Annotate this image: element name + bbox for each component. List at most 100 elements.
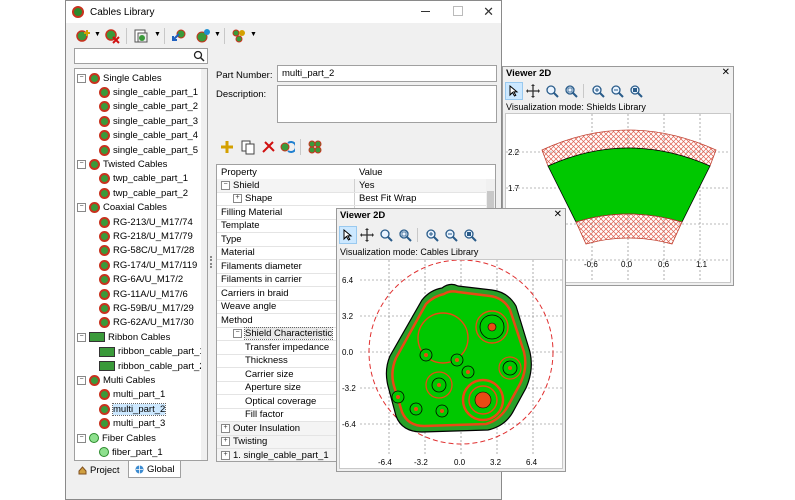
toolbar: ▼ ▼ ▼ ▼: [70, 25, 490, 47]
search-icon[interactable]: [193, 50, 205, 65]
import-icon[interactable]: [132, 27, 150, 45]
zoom-icon[interactable]: [543, 82, 561, 100]
tree-item[interactable]: single_cable_part_1: [99, 85, 198, 99]
viewer-close-button[interactable]: ✕: [722, 67, 730, 78]
collapse-icon[interactable]: −: [77, 433, 86, 443]
tree-item[interactable]: RG-213/U_M17/74: [99, 215, 193, 229]
x-tick-label: -3.2: [414, 458, 428, 467]
viewer-canvas[interactable]: 6.4 3.2 0.0 -3.2 -6.4 -6.4 -3.2 0.0 3.2 …: [339, 259, 563, 469]
tree-item[interactable]: multi_part_1: [99, 388, 165, 402]
tab-project[interactable]: Project: [78, 463, 120, 477]
multi-cable-icon[interactable]: [306, 138, 324, 156]
tree-item[interactable]: ribbon_cable_part_2: [99, 359, 205, 373]
zoom-out-icon[interactable]: [608, 82, 626, 100]
tree-item[interactable]: single_cable_part_4: [99, 129, 198, 143]
tree-item[interactable]: single_cable_part_5: [99, 143, 198, 157]
y-tick-label: 3.2: [342, 312, 354, 321]
cable-tree[interactable]: − Single Cables single_cable_part_1 single_…: [74, 68, 208, 461]
add-icon[interactable]: [218, 138, 236, 156]
zoom-fit-icon[interactable]: [461, 226, 479, 244]
collapse-icon[interactable]: −: [77, 332, 86, 342]
collapse-icon[interactable]: −: [77, 203, 86, 213]
viewer-close-button[interactable]: ✕: [554, 209, 562, 220]
zoom-icon[interactable]: [377, 226, 395, 244]
expand-icon[interactable]: +: [221, 450, 230, 460]
tree-item[interactable]: multi_part_2: [99, 402, 167, 416]
tree-group[interactable]: − Ribbon Cables: [77, 330, 170, 344]
zoom-window-icon[interactable]: [562, 82, 580, 100]
tree-group[interactable]: − Coaxial Cables: [77, 201, 167, 215]
value-cell[interactable]: Yes: [359, 179, 495, 192]
tree-item[interactable]: multi_part_3: [99, 417, 165, 431]
tree-item[interactable]: RG-62A/U_M17/30: [99, 316, 194, 330]
property-value: Best Fit Wrap: [359, 193, 417, 205]
collapse-icon[interactable]: −: [77, 73, 86, 83]
property-row[interactable]: + Shape Best Fit Wrap: [217, 192, 495, 206]
tab-global[interactable]: Global: [128, 461, 182, 478]
tree-item[interactable]: twp_cable_part_1: [99, 172, 188, 186]
collapse-icon[interactable]: −: [77, 375, 86, 385]
collapse-icon[interactable]: −: [77, 159, 86, 169]
tree-item[interactable]: RG-59B/U_M17/29: [99, 301, 194, 315]
expand-icon[interactable]: +: [221, 437, 230, 447]
pointer-icon[interactable]: [339, 226, 357, 244]
property-name: Aperture size: [245, 382, 301, 394]
expand-icon[interactable]: +: [221, 423, 230, 433]
collapse-icon[interactable]: −: [233, 329, 242, 339]
maximize-button[interactable]: [453, 6, 463, 16]
delete-icon[interactable]: [260, 138, 278, 156]
value-cell[interactable]: Best Fit Wrap: [359, 193, 495, 206]
dropdown-arrow-icon[interactable]: ▼: [250, 31, 257, 38]
tree-item[interactable]: RG-58C/U_M17/28: [99, 244, 194, 258]
tree-group[interactable]: − Twisted Cables: [77, 157, 167, 171]
add-cable-icon[interactable]: [74, 27, 92, 45]
zoom-out-icon[interactable]: [442, 226, 460, 244]
x-tick-label: 0.6: [658, 260, 670, 269]
property-name: Shield Characteristic: [243, 327, 334, 341]
pan-icon[interactable]: [524, 82, 542, 100]
settings-icon[interactable]: [194, 27, 212, 45]
viewer-title-bar: Viewer 2D ✕: [337, 209, 565, 223]
tree-group[interactable]: − Multi Cables: [77, 373, 155, 387]
tree-item[interactable]: RG-218/U_M17/79: [99, 229, 193, 243]
copy-icon[interactable]: [239, 138, 257, 156]
move-icon[interactable]: [170, 27, 188, 45]
tree-scrollbar[interactable]: [201, 69, 207, 460]
close-button[interactable]: ✕: [483, 4, 494, 20]
property-name: Material: [221, 247, 255, 259]
collapse-icon[interactable]: −: [221, 180, 230, 190]
shield-body: [547, 147, 711, 223]
bundle-icon[interactable]: [230, 27, 248, 45]
zoom-in-icon[interactable]: [423, 226, 441, 244]
tree-item[interactable]: RG-174/U_M17/119: [99, 258, 197, 272]
pointer-icon[interactable]: [505, 82, 523, 100]
tree-item[interactable]: single_cable_part_3: [99, 114, 198, 128]
part-number-field[interactable]: multi_part_2: [277, 65, 497, 82]
tree-item-label: RG-58C/U_M17/28: [113, 245, 195, 257]
pan-icon[interactable]: [358, 226, 376, 244]
tree-item[interactable]: RG-11A/U_M17/6: [99, 287, 188, 301]
tree-item[interactable]: RG-6A/U_M17/2: [99, 273, 183, 287]
expand-icon[interactable]: +: [233, 194, 242, 204]
delete-cable-icon[interactable]: [103, 27, 121, 45]
zoom-window-icon[interactable]: [396, 226, 414, 244]
property-cell: Carrier size: [217, 368, 355, 381]
tree-group[interactable]: − Fiber Cables: [77, 431, 156, 445]
tree-item[interactable]: single_cable_part_2: [99, 100, 198, 114]
zoom-in-icon[interactable]: [589, 82, 607, 100]
minimize-button[interactable]: [421, 6, 431, 16]
property-name: Weave angle: [221, 301, 277, 313]
tree-group[interactable]: − Single Cables: [77, 71, 162, 85]
description-field[interactable]: [277, 85, 497, 123]
dropdown-arrow-icon[interactable]: ▼: [94, 31, 101, 38]
dropdown-arrow-icon[interactable]: ▼: [214, 31, 221, 38]
tree-item[interactable]: twp_cable_part_2: [99, 186, 188, 200]
dropdown-arrow-icon[interactable]: ▼: [154, 31, 161, 38]
search-input[interactable]: [74, 48, 208, 64]
globe-icon: [135, 465, 144, 474]
property-row[interactable]: − Shield Yes: [217, 179, 495, 193]
tree-item[interactable]: fiber_part_1: [99, 445, 163, 459]
refresh-icon[interactable]: [278, 138, 296, 156]
zoom-fit-icon[interactable]: [627, 82, 645, 100]
tree-item[interactable]: ribbon_cable_part_1: [99, 345, 205, 359]
